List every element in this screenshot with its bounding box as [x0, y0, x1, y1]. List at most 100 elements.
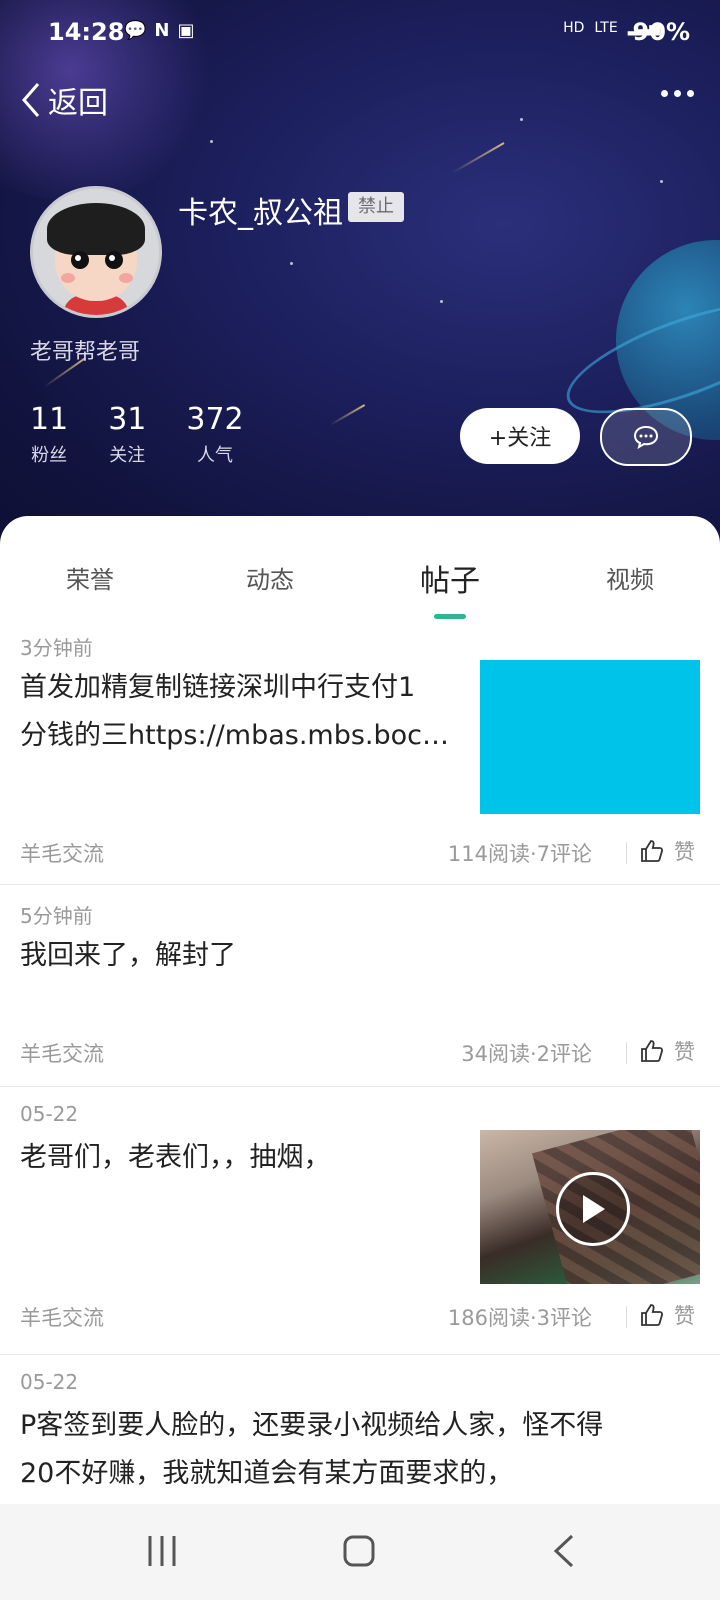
- notification-icons: 💬 N ▣: [124, 20, 195, 41]
- shooting-star: [329, 404, 366, 426]
- avatar-eye: [105, 251, 123, 269]
- post-text: P客签到要人脸的，还要录小视频给人家，怪不得 20不好赚，我就知道会有某方面要求…: [20, 1402, 710, 1498]
- tab-posts[interactable]: 帖子: [360, 556, 540, 600]
- post-text-line: 首发加精复制链接深圳中行支付1: [20, 672, 416, 703]
- thumbs-up-icon: [641, 840, 664, 862]
- back-arrow-icon: [553, 1534, 574, 1568]
- like-button[interactable]: 赞: [640, 1036, 695, 1066]
- stat-label: 粉丝: [31, 445, 68, 466]
- post-category[interactable]: 羊毛交流: [20, 838, 104, 868]
- post-item[interactable]: 05-22 P客签到要人脸的，还要录小视频给人家，怪不得 20不好赚，我就知道会…: [0, 1366, 720, 1504]
- post-text-line: 我回来了，解封了: [20, 940, 236, 971]
- post-thumbnail[interactable]: [480, 660, 700, 814]
- post-stats: 114阅读·7评论: [447, 842, 592, 866]
- avatar-cheek: [119, 273, 133, 283]
- star: [290, 262, 293, 265]
- stat-popularity: 372 人气: [186, 402, 243, 467]
- dot: [674, 90, 681, 97]
- battery-level: 90%: [632, 18, 690, 46]
- status-badge: 禁止: [348, 192, 404, 222]
- user-bio: 老哥帮老哥: [30, 340, 141, 365]
- username: 卡农_叔公祖: [178, 196, 343, 231]
- post-video-thumbnail[interactable]: [480, 1130, 700, 1284]
- post-text-line: 分钱的三https://mbas.mbs.boc…: [20, 720, 450, 751]
- post-text: 首发加精复制链接深圳中行支付1 分钱的三https://mbas.mbs.boc…: [20, 664, 470, 760]
- post-time: 5分钟前: [20, 904, 93, 928]
- stat-following[interactable]: 31 关注: [108, 402, 146, 467]
- divider: [626, 1306, 627, 1328]
- network-hd-label: HD: [563, 20, 585, 36]
- more-dots-icon[interactable]: [661, 90, 694, 97]
- play-button[interactable]: [556, 1172, 630, 1246]
- system-back-button[interactable]: [552, 1534, 576, 1572]
- avatar-cheek: [61, 273, 75, 283]
- post-divider: [0, 1086, 720, 1087]
- thumbs-up-icon: [641, 1304, 664, 1326]
- message-notification-icon: 💬: [124, 20, 147, 41]
- stat-value: 31: [108, 402, 147, 437]
- shooting-star: [451, 142, 505, 174]
- home-icon: [343, 1535, 375, 1567]
- stat-followers[interactable]: 11 粉丝: [30, 402, 68, 467]
- like-button[interactable]: 赞: [640, 836, 695, 866]
- dot: [661, 90, 668, 97]
- stat-value: 372: [186, 402, 244, 437]
- post-item[interactable]: 3分钟前 首发加精复制链接深圳中行支付1 分钱的三https://mbas.mb…: [0, 630, 720, 884]
- like-label: 赞: [674, 1040, 695, 1064]
- like-button[interactable]: 赞: [640, 1300, 695, 1330]
- active-tab-indicator: [434, 614, 466, 619]
- post-divider: [0, 884, 720, 885]
- post-text: 老哥们，老表们，，抽烟，: [20, 1134, 470, 1182]
- chevron-left-icon: [22, 83, 40, 117]
- tab-videos[interactable]: 视频: [540, 560, 720, 595]
- nfc-icon: N: [154, 20, 170, 41]
- post-time: 05-22: [20, 1370, 79, 1394]
- divider: [626, 842, 627, 864]
- recent-apps-icon: [148, 1536, 176, 1566]
- status-bar: 14:28 💬 N ▣ HD LTE ▂▃▅ 90%: [0, 0, 720, 64]
- stat-label: 关注: [109, 445, 146, 466]
- post-item[interactable]: 5分钟前 我回来了，解封了 羊毛交流 34阅读·2评论 赞: [0, 896, 720, 1084]
- post-text: 我回来了，解封了: [20, 932, 680, 980]
- post-stats: 34阅读·2评论: [461, 1042, 592, 1066]
- dot: [687, 90, 694, 97]
- back-label: 返回: [48, 86, 108, 121]
- post-text-line: P客签到要人脸的，还要录小视频给人家，怪不得: [20, 1410, 604, 1441]
- post-time: 3分钟前: [20, 636, 93, 660]
- recent-apps-button[interactable]: [146, 1534, 178, 1572]
- like-label: 赞: [674, 1304, 695, 1328]
- star: [660, 180, 663, 183]
- lte-label: LTE: [594, 20, 618, 36]
- post-time: 05-22: [20, 1102, 79, 1126]
- avatar[interactable]: [30, 186, 162, 318]
- star: [520, 118, 523, 121]
- avatar-hair: [47, 203, 145, 255]
- play-icon: [583, 1195, 605, 1223]
- follow-button[interactable]: +关注: [460, 408, 580, 464]
- stat-value: 11: [30, 402, 69, 437]
- post-category[interactable]: 羊毛交流: [20, 1302, 104, 1332]
- stat-label: 人气: [197, 445, 233, 466]
- like-label: 赞: [674, 840, 695, 864]
- tab-honor[interactable]: 荣誉: [0, 560, 180, 595]
- post-text-line: 老哥们，老表们，，抽烟，: [20, 1142, 331, 1173]
- back-button[interactable]: 返回: [20, 78, 108, 122]
- system-nav-bar: [0, 1504, 720, 1600]
- post-divider: [0, 1354, 720, 1355]
- post-text-line: 20不好赚，我就知道会有某方面要求的，: [20, 1458, 514, 1489]
- image-notification-icon: ▣: [177, 20, 195, 41]
- status-time: 14:28: [48, 18, 125, 46]
- post-stats: 186阅读·3评论: [447, 1306, 592, 1330]
- chat-bubble-icon: [633, 425, 659, 449]
- tab-bar: 荣誉 动态 帖子 视频: [0, 560, 720, 620]
- avatar-eye: [71, 251, 89, 269]
- thumbs-up-icon: [641, 1040, 664, 1062]
- home-button[interactable]: [342, 1534, 376, 1572]
- profile-stats: 11 粉丝 31 关注 372 人气: [30, 402, 244, 467]
- post-item[interactable]: 05-22 老哥们，老表们，，抽烟， 羊毛交流 186阅读·3评论 赞: [0, 1098, 720, 1354]
- star: [210, 140, 213, 143]
- message-button[interactable]: [600, 408, 692, 466]
- tab-activity[interactable]: 动态: [180, 560, 360, 595]
- star: [440, 300, 443, 303]
- post-category[interactable]: 羊毛交流: [20, 1038, 104, 1068]
